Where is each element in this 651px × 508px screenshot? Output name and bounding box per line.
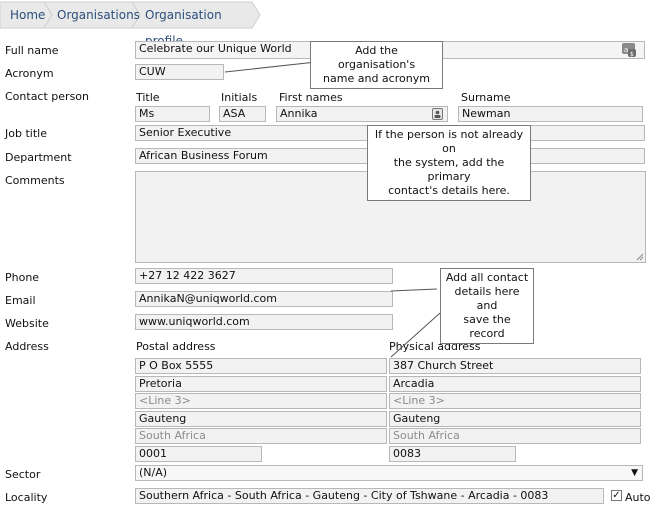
dropdown-arrow-icon: ▼ <box>631 468 638 478</box>
first-names-label: First names <box>279 91 343 104</box>
physical-line1-value: 387 Church Street <box>393 359 494 372</box>
locality-field[interactable]: Southern Africa - South Africa - Gauteng… <box>135 488 604 504</box>
locality-value: Southern Africa - South Africa - Gauteng… <box>139 489 549 502</box>
svg-text:$: $ <box>630 51 634 58</box>
contact-person-label: Contact person <box>5 90 89 103</box>
postal-code-field[interactable]: 0001 <box>135 446 262 462</box>
email-field[interactable]: AnnikaN@uniqworld.com <box>135 291 393 307</box>
phone-field[interactable]: +27 12 422 3627 <box>135 268 393 284</box>
physical-line2-field[interactable]: Arcadia <box>389 376 641 392</box>
sector-select[interactable]: (N/A) ▼ <box>135 465 643 481</box>
physical-province-field[interactable]: Gauteng <box>389 411 641 427</box>
phone-label: Phone <box>5 271 40 284</box>
initials-label: Initials <box>221 91 258 104</box>
title-label: Title <box>136 91 160 104</box>
resize-handle-icon[interactable] <box>636 253 644 261</box>
department-value: African Business Forum <box>139 149 268 162</box>
postal-line3-field[interactable]: <Line 3> <box>135 393 387 409</box>
callout-person-line2: the system, add the primary <box>393 156 505 183</box>
physical-code-value: 0083 <box>393 447 421 460</box>
postal-code-value: 0001 <box>139 447 167 460</box>
contact-lookup-icon[interactable] <box>432 108 444 121</box>
postal-address-label: Postal address <box>136 340 216 353</box>
postal-country-field[interactable]: South Africa <box>135 428 387 444</box>
breadcrumb-home[interactable]: Home <box>10 2 45 28</box>
postal-line3-placeholder: <Line 3> <box>139 394 191 407</box>
postal-line2-field[interactable]: Pretoria <box>135 376 387 392</box>
breadcrumb-organisations[interactable]: Organisations <box>57 2 140 28</box>
callout-person: If the person is not already on the syst… <box>367 125 531 201</box>
website-field[interactable]: www.uniqworld.com <box>135 314 393 330</box>
locality-label: Locality <box>5 491 48 504</box>
callout-contact-line3: save the record <box>463 313 511 340</box>
acronym-value: CUW <box>139 65 166 78</box>
postal-line2-value: Pretoria <box>139 377 182 390</box>
auto-checkbox[interactable]: ✓ <box>611 490 622 501</box>
breadcrumb-organisation-profile[interactable]: Organisation profile <box>145 2 262 48</box>
callout-person-line1: If the person is not already on <box>374 128 524 155</box>
callout-name-line1: Add the organisation's <box>337 44 416 71</box>
job-title-value: Senior Executive <box>139 126 232 139</box>
physical-line3-field[interactable]: <Line 3> <box>389 393 641 409</box>
postal-province-value: Gauteng <box>139 412 187 425</box>
full-name-value: Celebrate our Unique World <box>139 42 292 55</box>
postal-country-value: South Africa <box>139 429 206 442</box>
title-value: Ms <box>139 107 155 120</box>
address-label: Address <box>5 340 49 353</box>
website-label: Website <box>5 317 49 330</box>
surname-value: Newman <box>462 107 511 120</box>
callout-contact-line2: details here and <box>454 285 520 312</box>
auto-label: Auto <box>625 491 651 504</box>
checkmark-icon: ✓ <box>612 490 621 501</box>
sector-label: Sector <box>5 468 41 481</box>
acronym-field[interactable]: CUW <box>135 64 224 80</box>
surname-field[interactable]: Newman <box>458 106 643 122</box>
callout-contact: Add all contact details here and save th… <box>440 268 534 344</box>
title-field[interactable]: Ms <box>135 106 210 122</box>
callout-person-line3: contact's details here. <box>388 184 510 197</box>
first-names-value: Annika <box>280 107 318 120</box>
department-label: Department <box>5 151 72 164</box>
translate-icon[interactable]: a $ <box>621 42 637 58</box>
callout-name-line2: name and acronym <box>323 72 430 85</box>
physical-line2-value: Arcadia <box>393 377 435 390</box>
breadcrumb: Home Organisations Organisation profile <box>0 0 262 48</box>
initials-field[interactable]: ASA <box>219 106 266 122</box>
postal-line1-value: P O Box 5555 <box>139 359 214 372</box>
physical-province-value: Gauteng <box>393 412 441 425</box>
comments-label: Comments <box>5 174 65 187</box>
postal-province-field[interactable]: Gauteng <box>135 411 387 427</box>
acronym-label: Acronym <box>5 67 54 80</box>
callout-name: Add the organisation's name and acronym <box>310 41 443 89</box>
email-label: Email <box>5 294 36 307</box>
physical-line1-field[interactable]: 387 Church Street <box>389 358 641 374</box>
postal-line1-field[interactable]: P O Box 5555 <box>135 358 387 374</box>
physical-line3-placeholder: <Line 3> <box>393 394 445 407</box>
surname-label: Surname <box>461 91 511 104</box>
email-value: AnnikaN@uniqworld.com <box>139 292 277 305</box>
full-name-label: Full name <box>5 44 59 57</box>
physical-country-field[interactable]: South Africa <box>389 428 641 444</box>
physical-code-field[interactable]: 0083 <box>389 446 516 462</box>
job-title-label: Job title <box>5 127 47 140</box>
sector-selected-value: (N/A) <box>139 466 168 479</box>
physical-country-value: South Africa <box>393 429 460 442</box>
callout-contact-line1: Add all contact <box>445 271 529 284</box>
website-value: www.uniqworld.com <box>139 315 250 328</box>
svg-text:a: a <box>624 46 628 54</box>
initials-value: ASA <box>223 107 246 120</box>
first-names-field[interactable]: Annika <box>276 106 448 122</box>
phone-value: +27 12 422 3627 <box>139 269 236 282</box>
